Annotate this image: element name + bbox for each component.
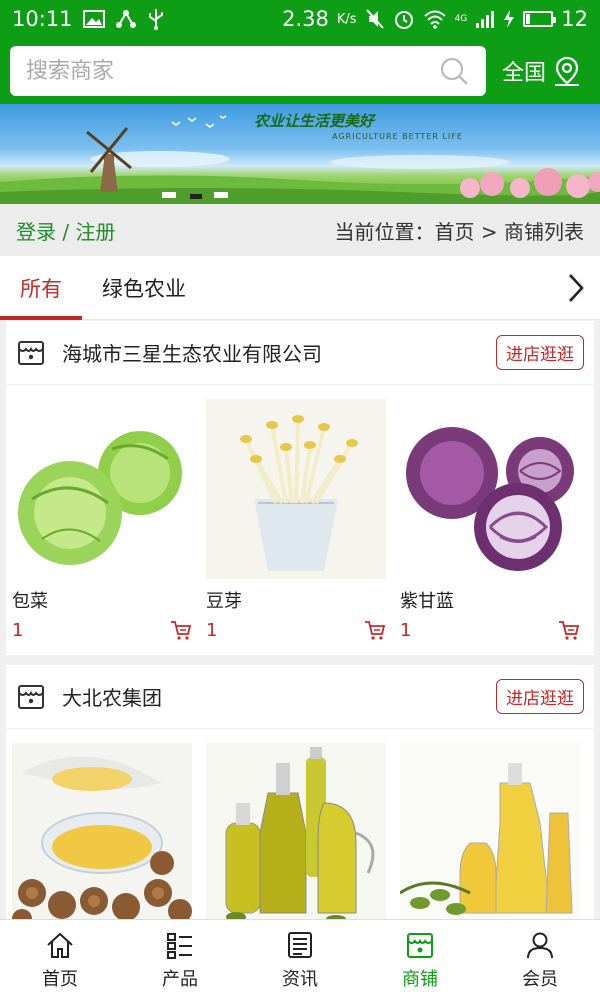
nav-label: 产品 — [162, 969, 198, 990]
product-price: 1 — [400, 619, 412, 641]
store-icon — [18, 340, 44, 365]
product-card[interactable] — [400, 743, 580, 919]
network-speed: 2.38 — [282, 7, 329, 31]
product-image-bean-sprouts[interactable] — [206, 399, 386, 579]
list-icon — [167, 933, 192, 959]
breadcrumb: 当前位置：首页 > 商铺列表 — [335, 216, 584, 245]
nav-label: 会员 — [522, 969, 558, 990]
bottom-nav: 首页 产品 资讯 商铺 会员 — [0, 919, 600, 1000]
chevron-right-icon — [569, 273, 584, 302]
visit-shop-button[interactable]: 进店逛逛 — [496, 335, 584, 370]
store-icon — [407, 933, 433, 958]
product-image-olive-oil-bottles[interactable] — [206, 743, 386, 919]
shop-card: 海城市三星生态农业有限公司 进店逛逛 包菜 1 豆芽 1 紫甘蓝 1 — [6, 321, 594, 655]
usb-icon — [148, 9, 163, 30]
auth-links: 登录 / 注册 — [16, 216, 115, 245]
banner-slogan: 农业让生活更美好 — [254, 112, 375, 130]
image-icon — [82, 10, 105, 28]
battery-icon — [523, 11, 557, 27]
charging-icon — [504, 10, 515, 28]
alarm-icon — [394, 11, 413, 29]
shop-header[interactable]: 海城市三星生态农业有限公司 进店逛逛 — [6, 321, 594, 385]
user-icon — [527, 932, 553, 959]
nav-news[interactable]: 资讯 — [240, 920, 360, 1000]
banner[interactable]: 农业让生活更美好 AGRICULTURE BETTER LIFE — [0, 104, 600, 204]
product-card[interactable]: 豆芽 1 — [206, 399, 386, 641]
shop-name: 海城市三星生态农业有限公司 — [62, 342, 322, 366]
product-name: 豆芽 — [206, 591, 242, 612]
shop-name: 大北农集团 — [62, 686, 162, 710]
nav-shops[interactable]: 商铺 — [360, 920, 480, 1000]
share-icon — [115, 10, 136, 28]
region-selector[interactable]: 全国 — [502, 55, 582, 87]
register-link[interactable]: 注册 — [75, 220, 115, 244]
nav-home[interactable]: 首页 — [0, 920, 120, 1000]
category-tabs: 所有 绿色农业 — [0, 256, 600, 320]
cart-icon[interactable] — [364, 619, 386, 641]
nav-label: 资讯 — [282, 969, 318, 990]
region-label: 全国 — [502, 61, 547, 86]
battery-level: 12 — [561, 7, 588, 31]
signal-type: 4G — [454, 13, 468, 24]
shop-header[interactable]: 大北农集团 进店逛逛 — [6, 665, 594, 729]
tab-label: 所有 — [20, 276, 62, 301]
product-image-walnut-oil[interactable] — [12, 743, 192, 919]
product-card[interactable] — [206, 743, 386, 919]
search-input[interactable] — [26, 58, 438, 84]
breadcrumb-arrow: > — [474, 219, 504, 244]
nav-member[interactable]: 会员 — [480, 920, 600, 1000]
news-icon — [288, 932, 312, 958]
mute-icon — [365, 9, 384, 29]
product-image-olive-oil[interactable] — [400, 743, 580, 919]
status-time: 10:11 — [12, 7, 73, 31]
app-header: 全国 — [0, 38, 600, 104]
breadcrumb-row: 登录 / 注册 当前位置：首页 > 商铺列表 — [0, 204, 600, 256]
home-icon — [47, 932, 73, 958]
shop-list: 海城市三星生态农业有限公司 进店逛逛 包菜 1 豆芽 1 紫甘蓝 1 大北农集团… — [0, 321, 600, 919]
breadcrumb-current: 商铺列表 — [504, 219, 584, 244]
store-icon — [18, 684, 44, 709]
nav-products[interactable]: 产品 — [120, 920, 240, 1000]
shop-card: 大北农集团 进店逛逛 — [6, 665, 594, 919]
product-row — [6, 729, 594, 919]
tab-green-agriculture[interactable]: 绿色农业 — [82, 256, 206, 319]
wifi-icon — [423, 10, 446, 29]
product-card[interactable]: 紫甘蓝 1 — [400, 399, 580, 641]
product-price: 1 — [206, 619, 218, 641]
product-price: 1 — [12, 619, 24, 641]
breadcrumb-prefix: 当前位置： — [334, 219, 435, 244]
search-box[interactable] — [10, 46, 486, 96]
search-icon[interactable] — [438, 55, 470, 87]
product-image-purple-cabbage[interactable] — [400, 399, 580, 579]
location-pin-icon — [555, 56, 580, 86]
product-name: 紫甘蓝 — [400, 591, 454, 612]
signal-icon — [476, 11, 495, 28]
product-card[interactable]: 包菜 1 — [12, 399, 192, 641]
tab-all[interactable]: 所有 — [0, 256, 82, 320]
nav-label: 商铺 — [402, 969, 438, 990]
auth-separator: / — [56, 219, 76, 244]
login-link[interactable]: 登录 — [16, 220, 56, 244]
product-row: 包菜 1 豆芽 1 紫甘蓝 1 — [6, 385, 594, 655]
breadcrumb-home[interactable]: 首页 — [435, 220, 475, 244]
banner-slogan-en: AGRICULTURE BETTER LIFE — [332, 132, 463, 141]
cart-icon[interactable] — [170, 619, 192, 641]
tab-label: 绿色农业 — [102, 276, 186, 301]
visit-shop-button[interactable]: 进店逛逛 — [496, 679, 584, 714]
product-name: 包菜 — [12, 591, 48, 612]
product-image-cabbage[interactable] — [12, 399, 192, 579]
tabs-next-button[interactable] — [552, 256, 600, 319]
network-speed-unit: K/s — [336, 11, 357, 27]
product-card[interactable] — [12, 743, 192, 919]
status-bar: 10:11 2.38 K/s 4G 12 — [0, 0, 600, 38]
cart-icon[interactable] — [558, 619, 580, 641]
nav-label: 首页 — [42, 969, 78, 990]
